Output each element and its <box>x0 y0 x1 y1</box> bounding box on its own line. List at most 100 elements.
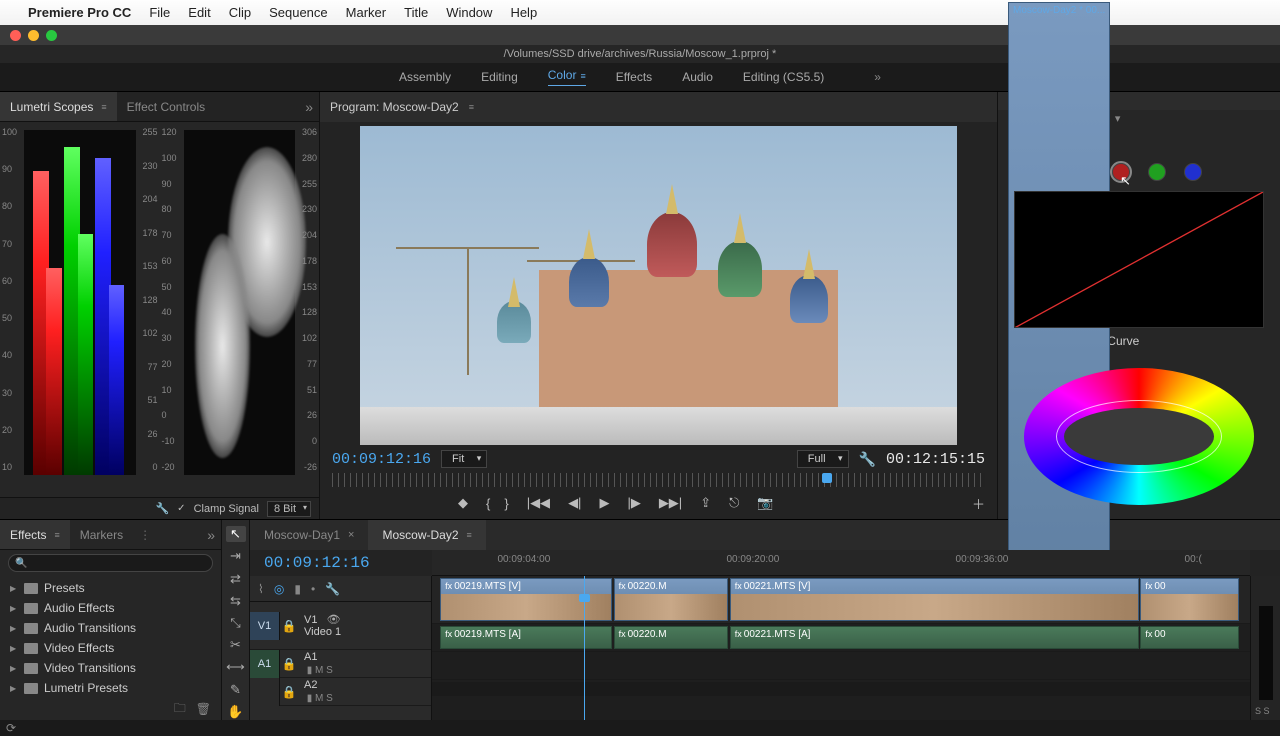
menu-marker[interactable]: Marker <box>346 5 386 20</box>
step-back-icon[interactable]: ◀| <box>568 495 581 511</box>
timeline-timecode[interactable]: 00:09:12:16 <box>250 550 432 576</box>
timeline-hscrollbar[interactable] <box>432 682 1250 696</box>
bin-audio-effects[interactable]: ▶Audio Effects <box>0 598 221 618</box>
wrench-icon[interactable]: 🔧 <box>155 502 169 515</box>
slip-tool-icon[interactable]: ⟷ <box>226 659 246 675</box>
mark-out-icon[interactable]: } <box>504 496 508 511</box>
go-to-out-icon[interactable]: ▶▶| <box>659 495 682 511</box>
ws-audio[interactable]: Audio <box>682 70 713 84</box>
linked-sel-icon[interactable]: ◎ <box>274 582 284 596</box>
tab-lumetri-scopes[interactable]: Lumetri Scopes≡ <box>0 92 117 121</box>
ws-color[interactable]: Color≡ <box>548 68 586 86</box>
go-to-in-icon[interactable]: |◀◀ <box>527 495 550 511</box>
maximize-window-button[interactable] <box>46 30 57 41</box>
step-forward-icon[interactable]: |▶ <box>627 495 640 511</box>
mark-in-icon[interactable]: { <box>486 496 490 511</box>
clip-a[interactable]: fx00 <box>1140 626 1238 649</box>
tab-history[interactable]: ⋮ <box>133 520 157 549</box>
sequence-tab-2[interactable]: Moscow-Day2≡ <box>368 520 485 550</box>
curve-red-button[interactable] <box>1112 163 1130 181</box>
tab-effect-controls[interactable]: Effect Controls <box>117 92 215 121</box>
rolling-tool-icon[interactable]: ⇆ <box>226 593 246 609</box>
lift-icon[interactable]: ⇪ <box>700 495 711 511</box>
settings-wrench-icon[interactable]: 🔧 <box>859 451 876 468</box>
rate-stretch-tool-icon[interactable]: ⤡ <box>226 615 246 631</box>
panel-overflow-icon[interactable]: » <box>207 527 221 543</box>
clip-v[interactable]: fx00221.MTS [V] <box>730 578 1139 621</box>
program-nav-ruler[interactable] <box>332 473 985 487</box>
pen-tool-icon[interactable]: ✎ <box>226 682 246 698</box>
menu-clip[interactable]: Clip <box>229 5 251 20</box>
hue-saturation-wheel[interactable] <box>1024 368 1254 505</box>
resolution-dropdown[interactable]: Full <box>797 450 849 468</box>
selection-tool-icon[interactable]: ↖ <box>226 526 246 542</box>
ripple-tool-icon[interactable]: ⇄ <box>226 570 246 586</box>
timecode-in[interactable]: 00:09:12:16 <box>332 451 431 468</box>
timeline-toolbar: ↖ ⇥ ⇄ ⇆ ⤡ ✂ ⟷ ✎ ✋ <box>222 520 250 720</box>
rgb-curve-editor[interactable] <box>1014 191 1264 329</box>
menu-help[interactable]: Help <box>510 5 537 20</box>
ws-editing[interactable]: Editing <box>481 70 518 84</box>
clip-a[interactable]: fx00219.MTS [A] <box>440 626 612 649</box>
clip-a[interactable]: fx00221.MTS [A] <box>730 626 1139 649</box>
scope-axis: 3062802552302041781531281027751260-26 <box>297 122 317 477</box>
delete-icon[interactable]: 🗑 <box>196 702 211 716</box>
marker-add-icon[interactable]: ▮ <box>294 582 301 596</box>
tab-markers[interactable]: Markers <box>70 520 133 549</box>
program-tab[interactable]: Program: Moscow-Day2≡ <box>320 92 997 122</box>
panel-overflow-icon[interactable]: » <box>305 99 319 115</box>
close-window-button[interactable] <box>10 30 21 41</box>
marker-icon[interactable]: ◆ <box>458 495 468 511</box>
curve-green-button[interactable] <box>1148 163 1166 181</box>
settings-icon[interactable]: • <box>311 582 315 596</box>
clamp-signal-checkbox[interactable]: ✓ <box>177 503 185 514</box>
ws-overflow-icon[interactable]: » <box>874 70 881 84</box>
sync-icon[interactable]: ⟳ <box>6 721 16 735</box>
curve-blue-button[interactable] <box>1184 163 1202 181</box>
bin-video-transitions[interactable]: ▶Video Transitions <box>0 658 221 678</box>
menu-title[interactable]: Title <box>404 5 428 20</box>
tab-effects[interactable]: Effects≡ <box>0 520 70 549</box>
track-select-tool-icon[interactable]: ⇥ <box>226 548 246 564</box>
ws-effects[interactable]: Effects <box>616 70 652 84</box>
export-frame-icon[interactable]: 📷 <box>757 495 773 511</box>
minimize-window-button[interactable] <box>28 30 39 41</box>
ws-editing-cs55[interactable]: Editing (CS5.5) <box>743 70 824 84</box>
track-a1[interactable]: fx00219.MTS [A] fx00220.M fx00221.MTS [A… <box>432 624 1250 652</box>
menu-app[interactable]: Premiere Pro CC <box>28 5 131 20</box>
play-icon[interactable]: ▶ <box>599 495 609 511</box>
wrench-icon[interactable]: 🔧 <box>325 582 340 596</box>
razor-tool-icon[interactable]: ✂ <box>226 637 246 653</box>
snap-icon[interactable]: ⌇ <box>258 582 264 596</box>
bin-presets[interactable]: ▶Presets <box>0 578 221 598</box>
hand-tool-icon[interactable]: ✋ <box>226 704 246 720</box>
extract-icon[interactable]: ⎋ <box>729 495 739 511</box>
clip-v[interactable]: fx00220.M <box>614 578 729 621</box>
bitdepth-dropdown[interactable]: 8 Bit <box>267 501 311 517</box>
timeline-playhead[interactable] <box>584 576 585 720</box>
ws-assembly[interactable]: Assembly <box>399 70 451 84</box>
sequence-tab-1[interactable]: Moscow-Day1× <box>250 520 368 550</box>
bin-video-effects[interactable]: ▶Video Effects <box>0 638 221 658</box>
effects-tree: ▶Presets ▶Audio Effects ▶Audio Transitio… <box>0 576 221 698</box>
track-header-v1[interactable]: V1🔒 V1 👁 Video 1 <box>250 602 431 650</box>
track-v1[interactable]: fx00219.MTS [V] fx00220.M fx00221.MTS [V… <box>432 576 1250 624</box>
menu-file[interactable]: File <box>149 5 170 20</box>
menu-sequence[interactable]: Sequence <box>269 5 328 20</box>
button-editor-icon[interactable]: ＋ <box>972 494 985 513</box>
new-bin-icon[interactable]: 🗀 <box>174 699 186 720</box>
clip-a[interactable]: fx00220.M <box>614 626 729 649</box>
track-header-a1[interactable]: A1🔒 A1 ▮ M S <box>250 650 431 678</box>
rgb-parade-scope <box>24 130 136 475</box>
clip-v[interactable]: fx00 <box>1140 578 1238 621</box>
track-header-a2[interactable]: 🔒 A2 ▮ M S <box>250 678 431 706</box>
program-viewer[interactable] <box>360 126 957 445</box>
bin-lumetri-presets[interactable]: ▶Lumetri Presets <box>0 678 221 698</box>
zoom-fit-dropdown[interactable]: Fit <box>441 450 487 468</box>
timeline-ruler[interactable]: 00:09:04:00 00:09:20:00 00:09:36:00 00:( <box>432 550 1250 576</box>
effects-search-input[interactable]: 🔍 <box>8 554 213 572</box>
menu-window[interactable]: Window <box>446 5 492 20</box>
menu-edit[interactable]: Edit <box>188 5 210 20</box>
track-a2[interactable] <box>432 652 1250 680</box>
bin-audio-transitions[interactable]: ▶Audio Transitions <box>0 618 221 638</box>
